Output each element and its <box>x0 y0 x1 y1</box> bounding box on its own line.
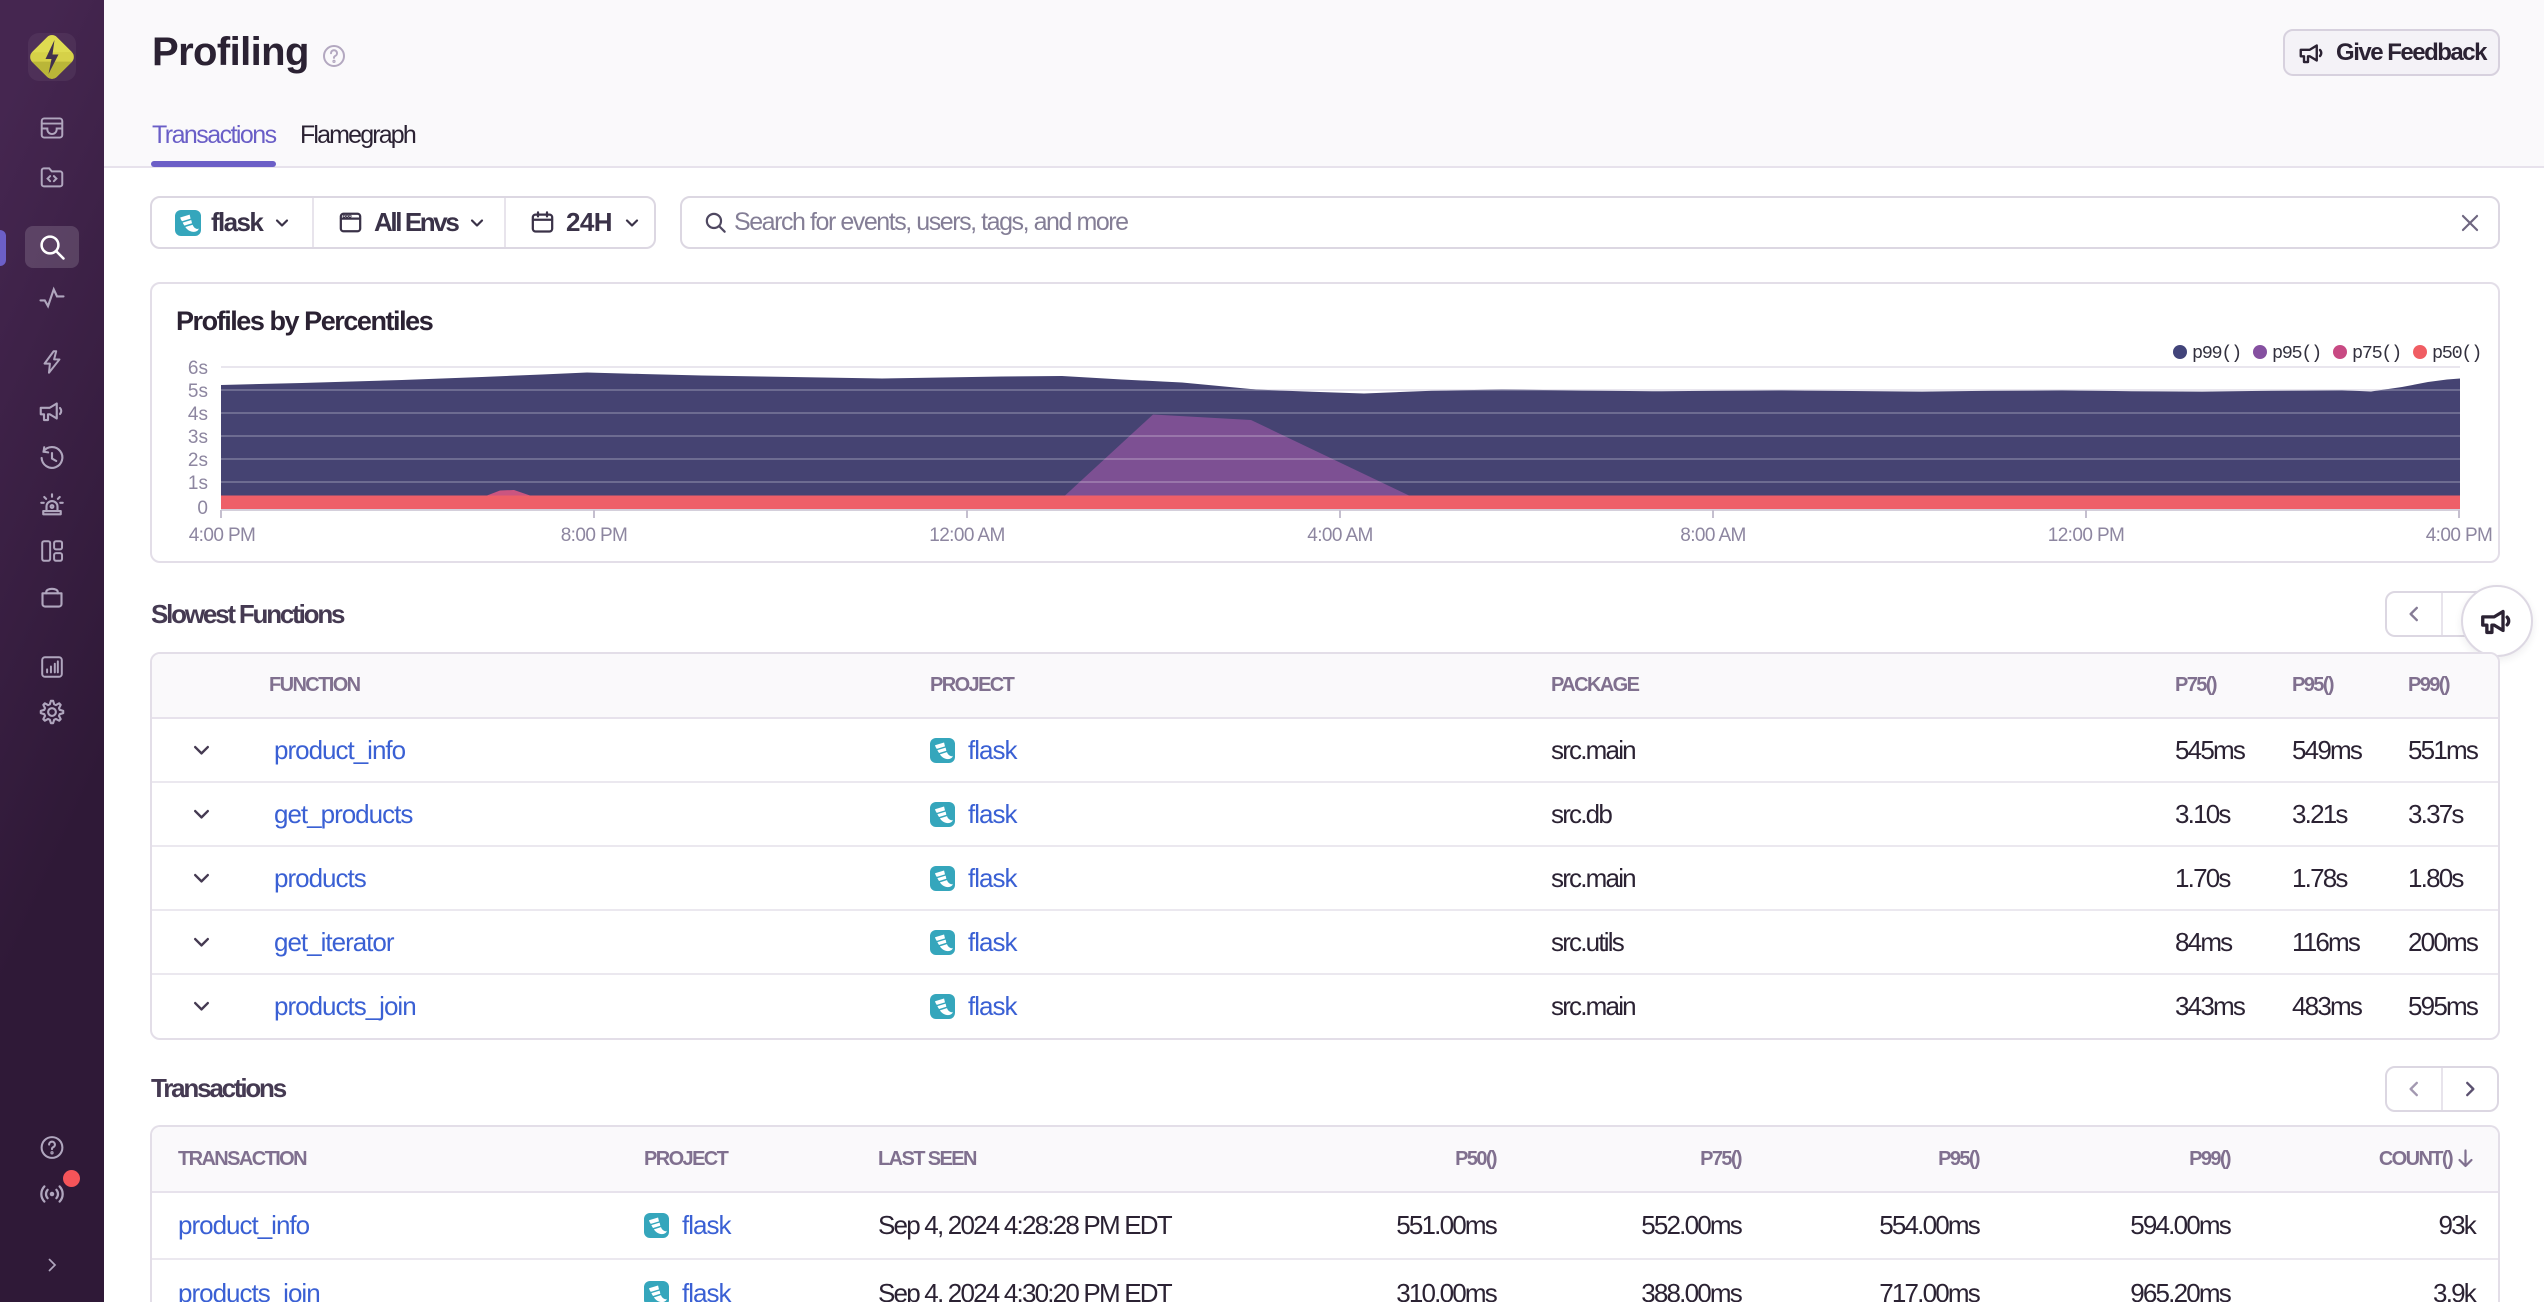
svg-text:4:00 PM: 4:00 PM <box>2426 525 2493 546</box>
svg-text:8:00 AM: 8:00 AM <box>1680 525 1746 546</box>
svg-text:4s: 4s <box>188 404 208 425</box>
svg-text:4:00 AM: 4:00 AM <box>1307 525 1373 546</box>
svg-text:12:00 AM: 12:00 AM <box>929 525 1004 546</box>
svg-text:4:00 PM: 4:00 PM <box>189 525 256 546</box>
svg-text:2s: 2s <box>188 450 208 471</box>
svg-text:8:00 PM: 8:00 PM <box>561 525 628 546</box>
svg-text:1s: 1s <box>188 473 208 494</box>
svg-text:3s: 3s <box>188 427 208 448</box>
svg-text:6s: 6s <box>188 358 208 379</box>
svg-text:5s: 5s <box>188 381 208 402</box>
svg-text:0: 0 <box>197 498 208 519</box>
svg-text:12:00 PM: 12:00 PM <box>2048 525 2125 546</box>
